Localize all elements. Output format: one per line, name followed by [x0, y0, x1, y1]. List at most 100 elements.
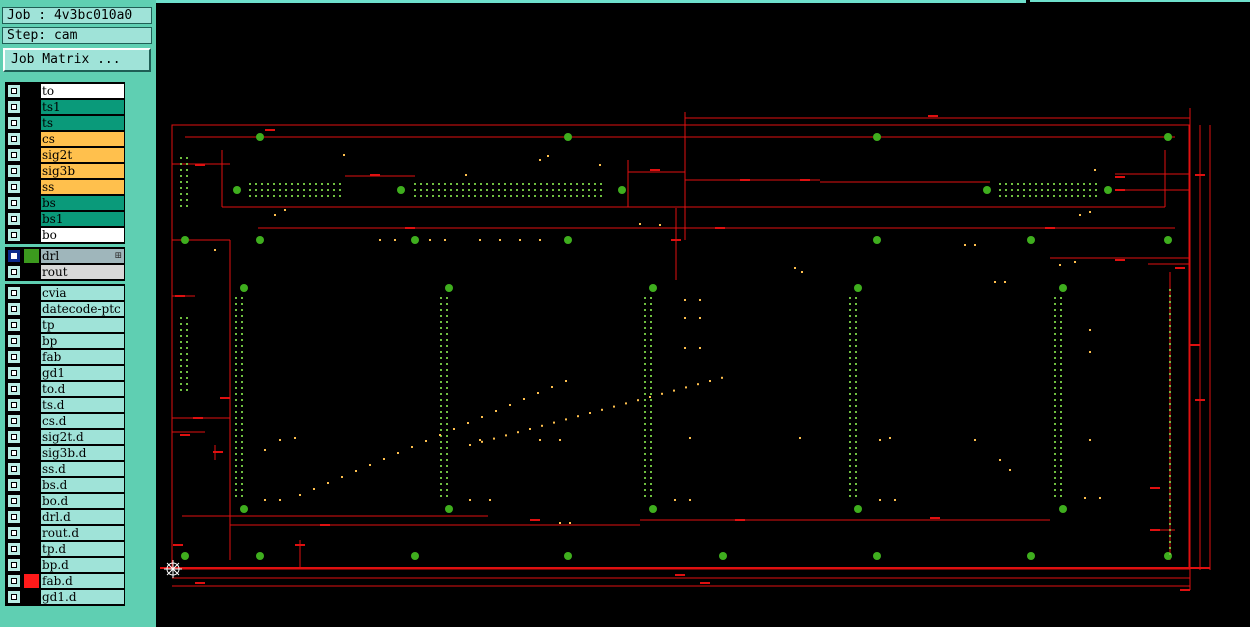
layer-checkbox[interactable] — [7, 164, 21, 178]
layer-checkbox[interactable] — [7, 100, 21, 114]
graphic-editor-canvas[interactable] — [156, 4, 1250, 627]
layer-row[interactable]: sig3b.d — [5, 445, 125, 461]
layer-checkbox[interactable] — [7, 180, 21, 194]
layer-name[interactable]: drl.d — [41, 510, 124, 524]
layer-row[interactable]: bs — [5, 195, 125, 211]
layer-name[interactable]: bp — [41, 334, 124, 348]
layer-name[interactable]: bo.d — [41, 494, 124, 508]
layer-name[interactable]: cs — [41, 132, 124, 146]
layer-row[interactable]: bs.d — [5, 477, 125, 493]
layer-row[interactable]: rout.d — [5, 525, 125, 541]
job-matrix-button[interactable]: Job Matrix ... — [3, 48, 151, 72]
layer-checkbox[interactable] — [7, 84, 21, 98]
layer-name[interactable]: ts.d — [41, 398, 124, 412]
layer-row[interactable]: to.d — [5, 381, 125, 397]
layer-checkbox[interactable] — [7, 382, 21, 396]
layer-name[interactable]: drl ⊞ — [41, 249, 124, 263]
layer-row[interactable]: ts — [5, 115, 125, 131]
layer-row[interactable]: rout — [5, 264, 125, 280]
layer-name[interactable]: to.d — [41, 382, 124, 396]
layer-checkbox[interactable] — [7, 350, 21, 364]
layer-checkbox[interactable] — [7, 590, 21, 604]
layer-name[interactable]: cvia — [41, 286, 124, 300]
layer-row[interactable]: cs — [5, 131, 125, 147]
layer-name[interactable]: bp.d — [41, 558, 124, 572]
layer-row[interactable]: tp — [5, 317, 125, 333]
layer-row[interactable]: ts1 — [5, 99, 125, 115]
layer-name[interactable]: sig2t — [41, 148, 124, 162]
layer-name[interactable]: rout — [41, 265, 124, 279]
layer-row[interactable]: sig2t.d — [5, 429, 125, 445]
layer-checkbox[interactable] — [7, 249, 21, 263]
layer-name[interactable]: datecode-ptc — [41, 302, 124, 316]
layer-checkbox[interactable] — [7, 446, 21, 460]
layer-row[interactable]: to — [5, 83, 125, 99]
layer-row[interactable]: bp.d — [5, 557, 125, 573]
layer-row[interactable]: bp — [5, 333, 125, 349]
layer-checkbox[interactable] — [7, 430, 21, 444]
layer-checkbox[interactable] — [7, 558, 21, 572]
layer-row[interactable]: ts.d — [5, 397, 125, 413]
layer-name[interactable]: gd1 — [41, 366, 124, 380]
layer-checkbox[interactable] — [7, 228, 21, 242]
layer-name[interactable]: rout.d — [41, 526, 124, 540]
layer-checkbox[interactable] — [7, 574, 21, 588]
layer-row[interactable]: ss.d — [5, 461, 125, 477]
layer-checkbox[interactable] — [7, 510, 21, 524]
layer-checkbox[interactable] — [7, 542, 21, 556]
layer-row[interactable]: datecode-ptc — [5, 301, 125, 317]
layer-checkbox[interactable] — [7, 212, 21, 226]
layer-checkbox[interactable] — [7, 462, 21, 476]
layer-row[interactable]: ss — [5, 179, 125, 195]
layer-row[interactable]: bo.d — [5, 493, 125, 509]
layer-checkbox[interactable] — [7, 494, 21, 508]
layer-name[interactable]: ss — [41, 180, 124, 194]
layer-name[interactable]: bs — [41, 196, 124, 210]
layer-name[interactable]: fab — [41, 350, 124, 364]
layer-row[interactable]: fab — [5, 349, 125, 365]
layer-name[interactable]: sig3b — [41, 164, 124, 178]
layer-checkbox[interactable] — [7, 196, 21, 210]
layer-checkbox[interactable] — [7, 398, 21, 412]
layer-checkbox[interactable] — [7, 366, 21, 380]
layer-checkbox[interactable] — [7, 302, 21, 316]
layer-name[interactable]: ss.d — [41, 462, 124, 476]
layer-name[interactable]: tp.d — [41, 542, 124, 556]
layer-checkbox[interactable] — [7, 478, 21, 492]
layer-row[interactable]: gd1 — [5, 365, 125, 381]
layer-checkbox[interactable] — [7, 334, 21, 348]
layer-name[interactable]: gd1.d — [41, 590, 124, 604]
layer-list-scrollbar[interactable] — [128, 78, 154, 627]
layer-checkbox[interactable] — [7, 318, 21, 332]
layer-name[interactable]: bo — [41, 228, 124, 242]
expand-icon[interactable]: ⊞ — [114, 249, 122, 263]
layer-name[interactable]: bs1 — [41, 212, 124, 226]
layer-name[interactable]: fab.d — [41, 574, 124, 588]
layer-name[interactable]: tp — [41, 318, 124, 332]
layer-row[interactable]: fab.d — [5, 573, 125, 589]
layer-name[interactable]: cs.d — [41, 414, 124, 428]
layer-checkbox[interactable] — [7, 265, 21, 279]
layer-name[interactable]: sig2t.d — [41, 430, 124, 444]
layer-name[interactable]: to — [41, 84, 124, 98]
layer-row[interactable]: sig2t — [5, 147, 125, 163]
layer-row[interactable]: bs1 — [5, 211, 125, 227]
layer-row[interactable]: gd1.d — [5, 589, 125, 605]
layer-name[interactable]: ts1 — [41, 100, 124, 114]
layer-row[interactable]: bo — [5, 227, 125, 243]
layer-row[interactable]: drl ⊞ — [5, 248, 125, 264]
layer-checkbox[interactable] — [7, 148, 21, 162]
layer-row[interactable]: tp.d — [5, 541, 125, 557]
layer-checkbox[interactable] — [7, 526, 21, 540]
layer-name[interactable]: ts — [41, 116, 124, 130]
layer-checkbox[interactable] — [7, 414, 21, 428]
layer-name[interactable]: bs.d — [41, 478, 124, 492]
layer-checkbox[interactable] — [7, 132, 21, 146]
layer-checkbox[interactable] — [7, 116, 21, 130]
layer-row[interactable]: cvia — [5, 285, 125, 301]
layer-row[interactable]: drl.d — [5, 509, 125, 525]
layer-row[interactable]: sig3b — [5, 163, 125, 179]
layer-checkbox[interactable] — [7, 286, 21, 300]
layer-name[interactable]: sig3b.d — [41, 446, 124, 460]
layer-row[interactable]: cs.d — [5, 413, 125, 429]
